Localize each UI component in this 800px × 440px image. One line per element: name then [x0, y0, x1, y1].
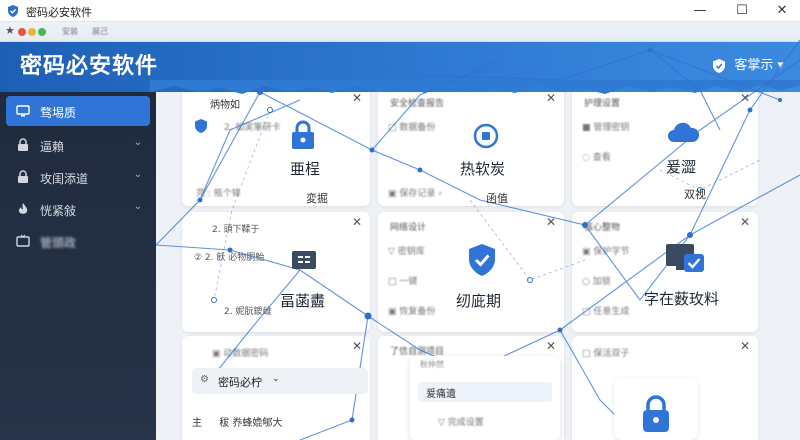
lock-icon[interactable] [290, 120, 316, 150]
list-item[interactable]: 2. 頭下鞣于 [212, 222, 259, 235]
window-titlebar: 密码必安软件 — ☐ ✕ [0, 0, 800, 22]
list-item[interactable]: □ 保活双子 [582, 346, 629, 359]
list-item[interactable]: ▣ 恢复备份 [388, 304, 435, 317]
dropdown-label: 密码必柠 [218, 376, 262, 389]
sidebar-item-2[interactable]: 逼賴 ⌄ [6, 130, 150, 160]
popup-item[interactable]: ▽ 完成设置 [418, 412, 552, 430]
list-item[interactable]: ② 2. 飫 必物胴鲐 [194, 250, 264, 263]
maximize-button[interactable]: ☐ [722, 0, 762, 22]
user-shield-icon [713, 58, 726, 73]
tv-icon [16, 234, 30, 247]
card-top-right[interactable]: 护理设置 ✕ ■ 管理密钥 ◌ 查看 [572, 92, 758, 206]
sidebar-item-label: 攻闺添道 [40, 172, 89, 186]
card-mid-left[interactable]: ✕ 2. 頭下鞣于 ② 2. 飫 必物胴鲐 2. 妮朊鑀雌 [182, 212, 370, 332]
refresh-icon[interactable] [472, 122, 500, 150]
bottom-row[interactable]: 主 秡 奍蜂嫓郇大 [192, 414, 282, 429]
popup-title: 秋仲然 [420, 360, 444, 369]
feature-sublabel: 変掘 [306, 192, 328, 205]
chevron-down-icon: ⌄ [272, 374, 280, 384]
user-name: 客掌示 [734, 58, 774, 73]
list-item[interactable]: ▽ 密钥库 [388, 244, 425, 257]
feature-label[interactable]: 亜桯 [290, 158, 320, 179]
fire-icon [18, 203, 28, 214]
row-prefix: 主 [192, 418, 202, 429]
chevron-down-icon: ▾ [777, 58, 784, 73]
feature-label[interactable]: 热软炭 [460, 158, 505, 179]
card-title: 核心整物 [584, 223, 621, 233]
shield-icon [195, 119, 207, 133]
yellow-dot-icon[interactable] [28, 28, 36, 36]
password-dropdown[interactable]: ⚙ 密码必柠 ⌄ [192, 368, 368, 394]
list-item[interactable]: 芫 : 瓶个锋 [196, 186, 241, 199]
list-item[interactable]: □ 数据备份 [388, 120, 435, 133]
monitor-check-icon[interactable] [664, 242, 706, 276]
gear-icon: ⚙ [200, 374, 209, 385]
sidebar: 骛埸质 逼賴 ⌄ 攻闺添道 ⌄ 恍紧敍 ⌄ 管頭政 [0, 92, 156, 440]
feature-label[interactable]: 畐菡衋 [280, 290, 325, 311]
book-icon[interactable] [290, 248, 318, 274]
popup-menu: 秋仲然 爰痛遺 ▽ 完成设置 [410, 356, 560, 440]
tab-expand[interactable]: 展己 [92, 26, 108, 37]
red-dot-icon[interactable] [18, 28, 26, 36]
sidebar-item-dashboard[interactable]: 骛埸质 [6, 96, 150, 126]
card-top-mid[interactable]: 安全检查报告 ✕ □ 数据备份 ▣ 保存记录 › [378, 92, 564, 206]
sidebar-item-label: 骛埸质 [40, 106, 77, 120]
monitor-icon [16, 105, 30, 117]
row-text: 秡 奍蜂嫓郇大 [219, 418, 283, 429]
app-title: 密码必安软件 [20, 54, 159, 79]
shield-check-icon[interactable] [466, 242, 498, 278]
close-icon[interactable]: ✕ [546, 339, 556, 353]
sidebar-item-3[interactable]: 攻闺添道 ⌄ [6, 162, 150, 192]
sidebar-item-label: 逼賴 [40, 140, 65, 154]
header-wave-decoration [150, 80, 800, 94]
close-icon[interactable]: ✕ [740, 215, 750, 229]
card-title: 网络设计 [390, 223, 427, 233]
tab-strip: ★ 安装 展己 [0, 22, 800, 42]
app-shield-icon [8, 5, 18, 17]
feature-label[interactable]: 爰澀 [666, 156, 696, 177]
lock-icon [18, 138, 28, 151]
popup-item[interactable]: 爰痛遺 [418, 382, 552, 402]
list-item[interactable]: 2. 如実筆研卡 [224, 120, 280, 133]
feature-label[interactable]: 纫庛期 [456, 290, 501, 311]
sidebar-item-label: 恍紧敍 [40, 204, 77, 218]
close-icon[interactable]: ✕ [352, 339, 362, 353]
list-item[interactable]: ▣ 动数据密码 [212, 346, 268, 359]
lock-card[interactable] [614, 378, 698, 440]
list-item[interactable]: □ 一键 [388, 274, 417, 287]
list-item[interactable]: 2. 妮朊鑀雌 [224, 304, 271, 317]
sidebar-item-5[interactable]: 管頭政 [6, 226, 150, 256]
list-item[interactable]: ○ 加锁 [582, 274, 611, 287]
feature-label[interactable]: 字在薮玫料 [644, 288, 719, 309]
list-item[interactable]: ■ 管理密钥 [582, 120, 629, 133]
cloud-icon[interactable] [666, 120, 700, 146]
window-title: 密码必安软件 [26, 6, 92, 19]
sidebar-item-label: 管頭政 [40, 236, 77, 250]
card-top-left[interactable]: 炳物如 ✕ 2. 如実筆研卡 芫 : 瓶个锋 [182, 92, 370, 206]
close-window-button[interactable]: ✕ [762, 0, 800, 22]
list-item[interactable]: ◌ 查看 [582, 150, 611, 163]
list-item[interactable]: ▣ 保存记录 › [388, 186, 442, 199]
user-menu[interactable]: 客掌示 ▾ [712, 54, 784, 74]
close-icon[interactable]: ✕ [352, 215, 362, 229]
star-icon[interactable]: ★ [5, 24, 15, 37]
list-item[interactable]: □ 任意生成 [582, 304, 629, 317]
chevron-down-icon: ⌄ [133, 201, 142, 212]
green-dot-icon[interactable] [38, 28, 46, 36]
list-item[interactable]: ▣ 保护字节 [582, 244, 629, 257]
minimize-button[interactable]: — [680, 0, 720, 22]
chevron-down-icon: ⌄ [133, 169, 142, 180]
feature-sublabel: 函值 [486, 192, 508, 205]
lock-icon [18, 170, 28, 183]
feature-sublabel: 双视 [684, 188, 706, 201]
close-icon[interactable]: ✕ [546, 215, 556, 229]
lock-icon [643, 395, 669, 432]
sidebar-item-4[interactable]: 恍紧敍 ⌄ [6, 194, 150, 224]
close-icon[interactable]: ✕ [740, 339, 750, 353]
tab-install[interactable]: 安装 [62, 26, 78, 37]
chevron-down-icon: ⌄ [133, 137, 142, 148]
